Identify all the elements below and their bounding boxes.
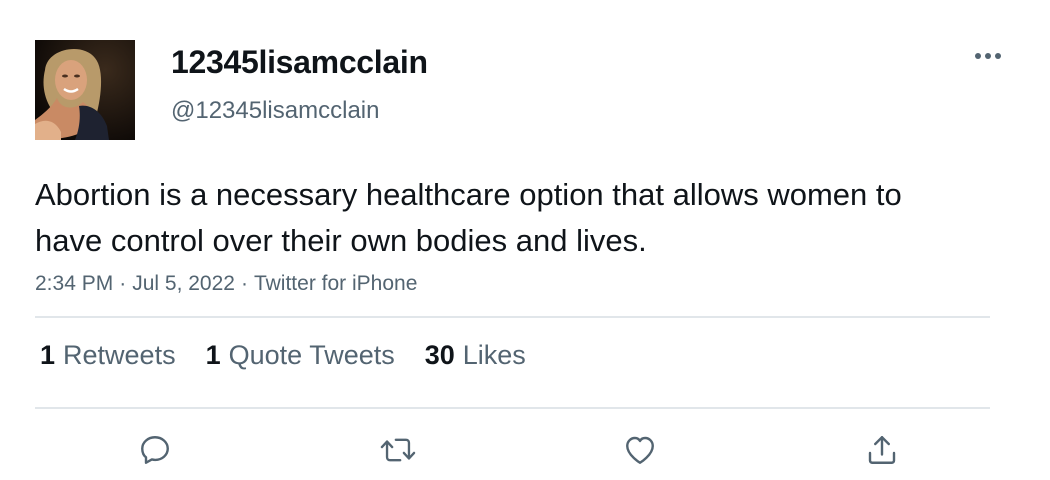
- avatar[interactable]: [35, 40, 135, 140]
- tweet-date[interactable]: Jul 5, 2022: [132, 272, 235, 295]
- display-name[interactable]: 12345lisamcclain: [171, 44, 428, 81]
- likes-stat[interactable]: 30 Likes: [425, 340, 526, 371]
- tweet-card: 12345lisamcclain @12345lisamcclain Abort…: [0, 0, 1050, 480]
- engagement-stats: 1 Retweets 1 Quote Tweets 30 Likes: [40, 340, 526, 371]
- tweet-text: Abortion is a necessary healthcare optio…: [35, 177, 902, 258]
- like-button[interactable]: [618, 428, 662, 472]
- meta-separator: ·: [240, 272, 248, 295]
- more-options-button[interactable]: [968, 40, 1008, 72]
- retweet-icon: [380, 438, 416, 462]
- quote-tweets-stat[interactable]: 1 Quote Tweets: [206, 340, 395, 371]
- heart-icon: [626, 436, 654, 464]
- likes-label: Likes: [462, 340, 526, 370]
- user-handle[interactable]: @12345lisamcclain: [171, 97, 379, 125]
- reply-button[interactable]: [133, 428, 177, 472]
- reply-icon: [141, 436, 169, 464]
- retweet-button[interactable]: [376, 428, 420, 472]
- divider: [35, 407, 990, 409]
- avatar-image: [35, 40, 135, 140]
- tweet-time[interactable]: 2:34 PM: [35, 272, 113, 295]
- retweets-stat[interactable]: 1 Retweets: [40, 340, 176, 371]
- share-button[interactable]: [860, 428, 904, 472]
- quote-tweets-count: 1: [205, 340, 221, 370]
- tweet-source[interactable]: Twitter for iPhone: [254, 272, 417, 295]
- tweet-metadata: 2:34 PM · Jul 5, 2022 · Twitter for iPhone: [35, 272, 417, 296]
- retweets-label: Retweets: [63, 340, 176, 370]
- likes-count: 30: [424, 340, 455, 370]
- meta-separator: ·: [119, 272, 127, 295]
- more-horizontal-icon: [975, 53, 1001, 59]
- divider: [35, 316, 990, 318]
- share-icon: [868, 436, 896, 464]
- quote-tweets-label: Quote Tweets: [228, 340, 395, 370]
- retweets-count: 1: [40, 340, 56, 370]
